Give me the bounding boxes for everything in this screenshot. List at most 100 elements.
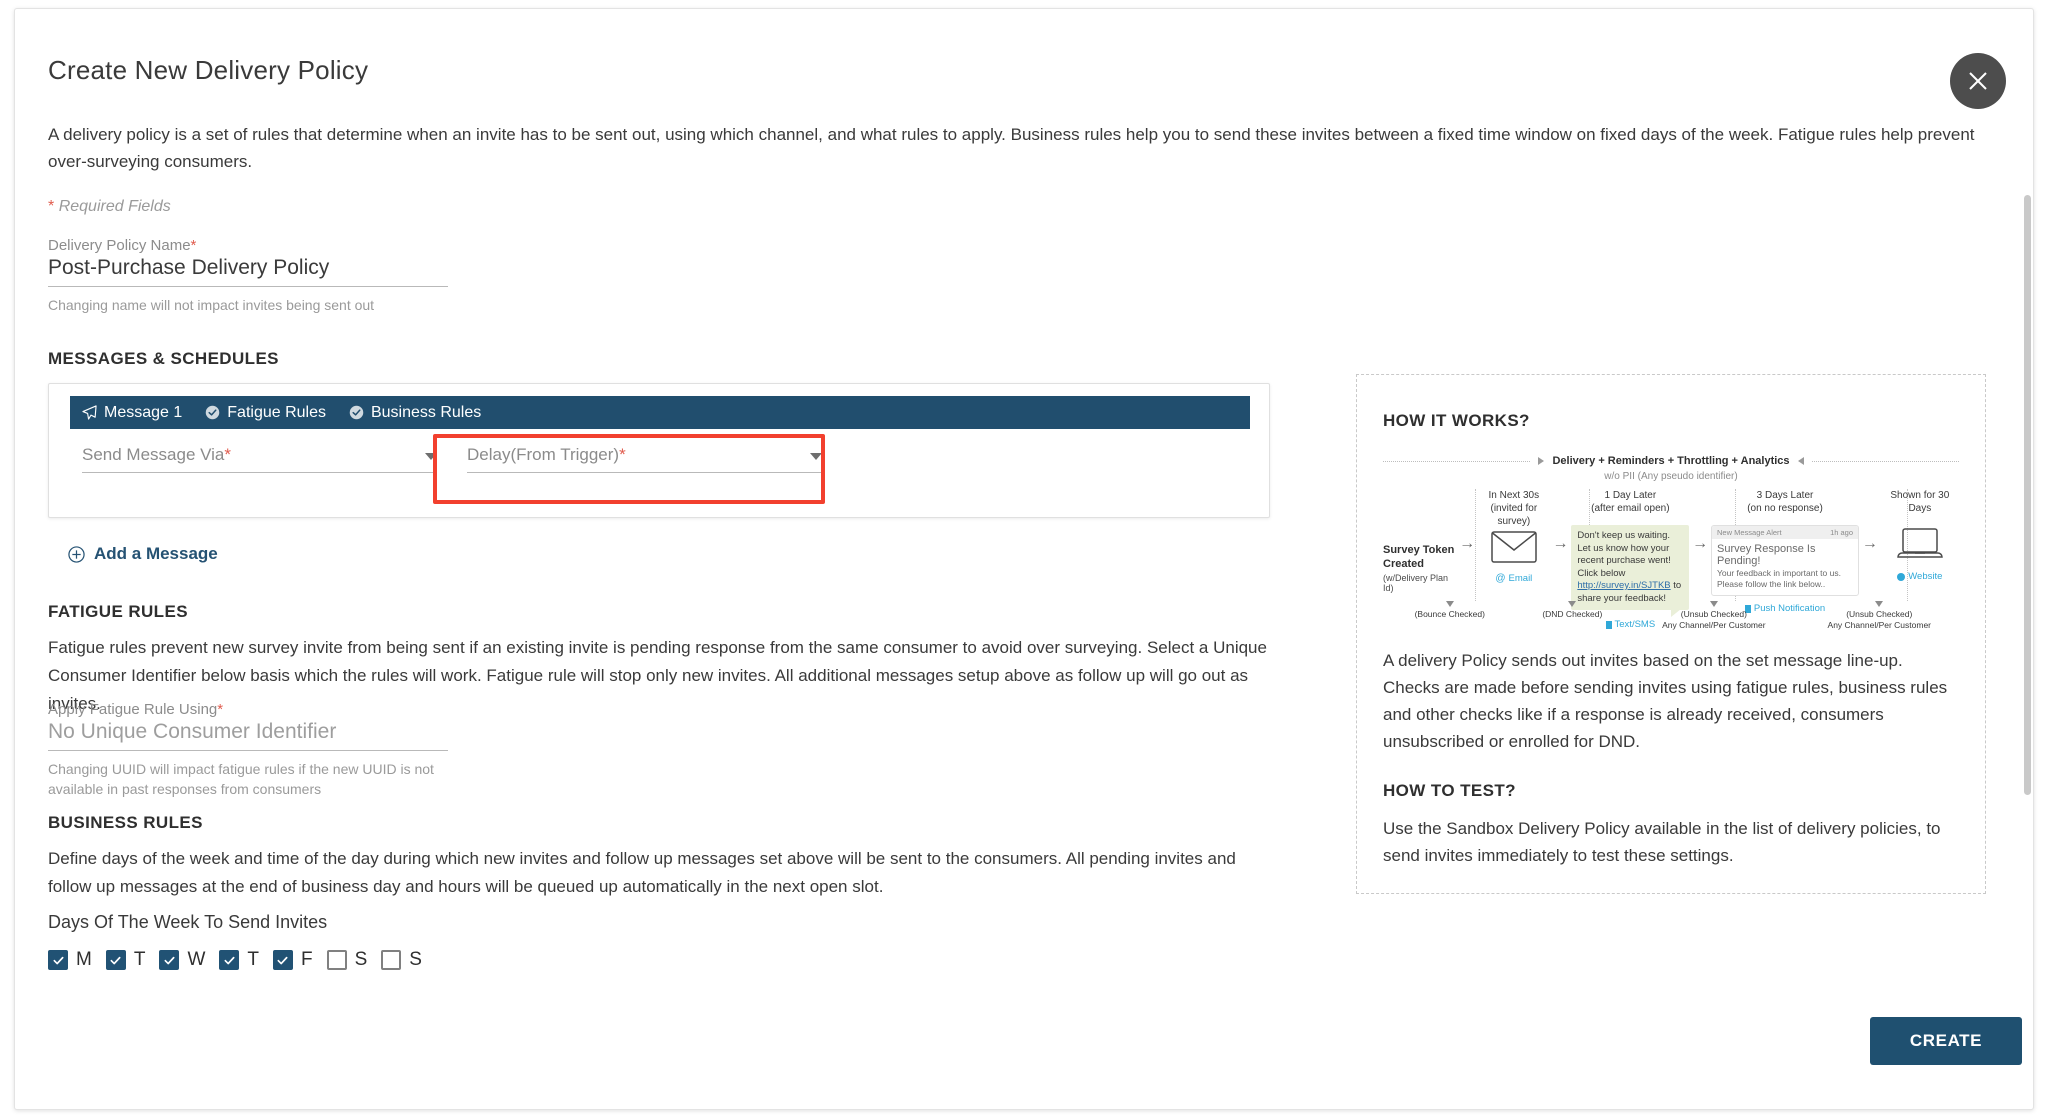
add-a-message-label: Add a Message — [94, 544, 218, 563]
token-sub: (w/Delivery Plan Id) — [1383, 573, 1449, 593]
sms-preview-bubble: Don't keep us waiting. Let us know how y… — [1571, 525, 1690, 617]
checkbox-checked-icon[interactable] — [272, 950, 293, 970]
delivery-policy-name-input[interactable]: Post-Purchase Delivery Policy — [48, 256, 448, 286]
delivery-policy-name-label: Delivery Policy Name* — [48, 237, 197, 254]
arrow-down-icon — [1445, 601, 1454, 607]
day-checkbox-thursday[interactable]: T — [219, 949, 259, 971]
sms-survey-link[interactable]: http://survey.in/SJTKB — [1577, 580, 1670, 591]
arrow-right-icon: → — [1459, 535, 1476, 552]
diagram-step-email: In Next 30s (invited for survey) @ Email — [1478, 489, 1550, 584]
delivery-policy-name-hint: Changing name will not impact invites be… — [48, 297, 375, 313]
day-checkbox-tuesday[interactable]: T — [105, 949, 146, 971]
days-of-week-group: M T W T F S S — [48, 949, 436, 971]
delivery-policy-name-field[interactable]: Delivery Policy Name* Post-Purchase Deli… — [48, 237, 448, 315]
arrow-right-icon: → — [1861, 535, 1878, 552]
push-notification-preview: New Message Alert 1h ago Survey Response… — [1711, 525, 1860, 596]
field-underline — [48, 286, 448, 287]
arrow-right-icon — [1538, 457, 1545, 465]
page-title: Create New Delivery Policy — [48, 55, 369, 85]
diagram-banner-sub: w/o PII (Any pseudo identifier) — [1604, 471, 1738, 482]
required-fields-label: Required Fields — [58, 198, 171, 215]
scrollbar-thumb[interactable] — [2024, 195, 2031, 795]
plus-circle-icon — [68, 545, 85, 563]
check-bounce: (Bounce Checked) — [1383, 601, 1517, 631]
day-letter: T — [247, 949, 259, 970]
check-unsub-push: (Unsub Checked) Any Channel/Per Customer — [1628, 601, 1799, 631]
paper-plane-icon — [82, 405, 97, 420]
diagram-step-website: Shown for 30 Days Website — [1881, 489, 1959, 582]
push-title: Survey Response Is Pending! — [1717, 543, 1816, 567]
day-letter: W — [187, 949, 206, 970]
step-caption: In Next 30s (invited for survey) — [1488, 490, 1540, 527]
delay-from-trigger-label: Delay(From Trigger)* — [467, 445, 626, 464]
checkbox-unchecked-icon[interactable] — [381, 950, 402, 970]
tab-fatigue-rules[interactable]: Fatigue Rules — [205, 404, 326, 422]
chevron-down-icon — [425, 453, 437, 460]
required-asterisk: * — [619, 445, 626, 464]
how-it-works-heading: HOW IT WORKS? — [1383, 411, 1530, 430]
field-underline — [82, 472, 437, 473]
step-caption: Shown for 30 Days — [1890, 490, 1950, 514]
close-button[interactable] — [1950, 53, 2006, 109]
arrow-down-icon — [1709, 601, 1718, 607]
message-field-row: Send Message Via* Delay(From Trigger)* — [82, 442, 822, 473]
checkbox-checked-icon[interactable] — [159, 950, 180, 970]
tab-label: Business Rules — [370, 403, 482, 421]
how-it-works-panel: HOW IT WORKS? Delivery + Reminders + Thr… — [1356, 374, 1986, 894]
day-letter: F — [300, 949, 313, 970]
checkbox-checked-icon[interactable] — [48, 950, 68, 970]
checkbox-checked-icon[interactable] — [219, 950, 240, 970]
diagram-banner-label: Delivery + Reminders + Throttling + Anal… — [1552, 455, 1790, 467]
dialog-description: A delivery policy is a set of rules that… — [48, 125, 1975, 171]
day-checkbox-saturday[interactable]: S — [326, 949, 368, 971]
check-circle-icon — [205, 405, 220, 420]
business-rules-heading: BUSINESS RULES — [48, 813, 203, 832]
required-fields-note: * Required Fields — [48, 198, 171, 216]
delay-from-trigger-select[interactable]: Delay(From Trigger)* — [467, 442, 822, 473]
check-circle-icon — [349, 405, 364, 420]
apply-fatigue-rule-using-hint: Changing UUID will impact fatigue rules … — [48, 761, 434, 797]
required-asterisk: * — [217, 701, 224, 718]
tab-business-rules[interactable]: Business Rules — [349, 404, 481, 422]
arrow-down-icon — [1568, 601, 1577, 607]
how-to-test-body: Use the Sandbox Delivery Policy availabl… — [1383, 819, 1941, 865]
create-button[interactable]: CREATE — [1870, 1017, 2022, 1065]
tab-label: Fatigue Rules — [227, 403, 326, 421]
arrow-right-icon: → — [1692, 535, 1709, 552]
dotted-line — [1811, 460, 1959, 462]
check-unsub-web: (Unsub Checked) Any Channel/Per Customer — [1800, 601, 1959, 631]
day-checkbox-friday[interactable]: F — [272, 949, 313, 971]
screen: Create New Delivery Policy A delivery po… — [0, 0, 2048, 1118]
step-caption: 1 Day Later (after email open) — [1591, 490, 1670, 514]
token-title: Survey Token Created — [1383, 544, 1455, 570]
tab-message-1[interactable]: Message 1 — [82, 404, 182, 422]
day-letter: T — [133, 949, 146, 970]
close-icon — [1965, 68, 1991, 94]
push-body: Your feedback in important to us. Please… — [1717, 568, 1841, 589]
message-tab-bar: Message 1 Fatigue Rules Business Rules — [70, 396, 1250, 429]
day-letter: S — [354, 949, 368, 970]
chevron-down-icon — [810, 453, 822, 460]
required-asterisk: * — [48, 198, 55, 215]
arrow-down-icon — [1875, 601, 1884, 607]
arrow-left-icon — [1797, 457, 1804, 465]
diagram-check-row: (Bounce Checked) (DND Checked) (Unsub Ch… — [1383, 601, 1959, 631]
how-to-test-heading: HOW TO TEST? — [1383, 781, 1516, 800]
day-letter: S — [409, 949, 422, 970]
add-a-message-button[interactable]: Add a Message — [68, 544, 218, 564]
apply-fatigue-rule-using-field[interactable]: Apply Fatigue Rule Using* No Unique Cons… — [48, 701, 448, 799]
send-message-via-select[interactable]: Send Message Via* — [82, 442, 437, 473]
day-checkbox-monday[interactable]: M — [48, 949, 92, 971]
required-asterisk: * — [190, 237, 197, 254]
checkbox-checked-icon[interactable] — [105, 950, 126, 970]
message-card: Message 1 Fatigue Rules Business Rules S… — [48, 383, 1270, 518]
day-checkbox-sunday[interactable]: S — [381, 949, 422, 971]
channel-label-website: Website — [1897, 571, 1942, 582]
apply-fatigue-rule-using-input[interactable]: No Unique Consumer Identifier — [48, 720, 448, 750]
day-checkbox-wednesday[interactable]: W — [159, 949, 205, 971]
send-message-via-label: Send Message Via* — [82, 445, 232, 464]
check-dnd: (DND Checked) — [1517, 601, 1629, 631]
checkbox-unchecked-icon[interactable] — [326, 950, 347, 970]
laptop-icon — [1896, 527, 1944, 566]
days-of-week-label: Days Of The Week To Send Invites — [48, 912, 328, 932]
